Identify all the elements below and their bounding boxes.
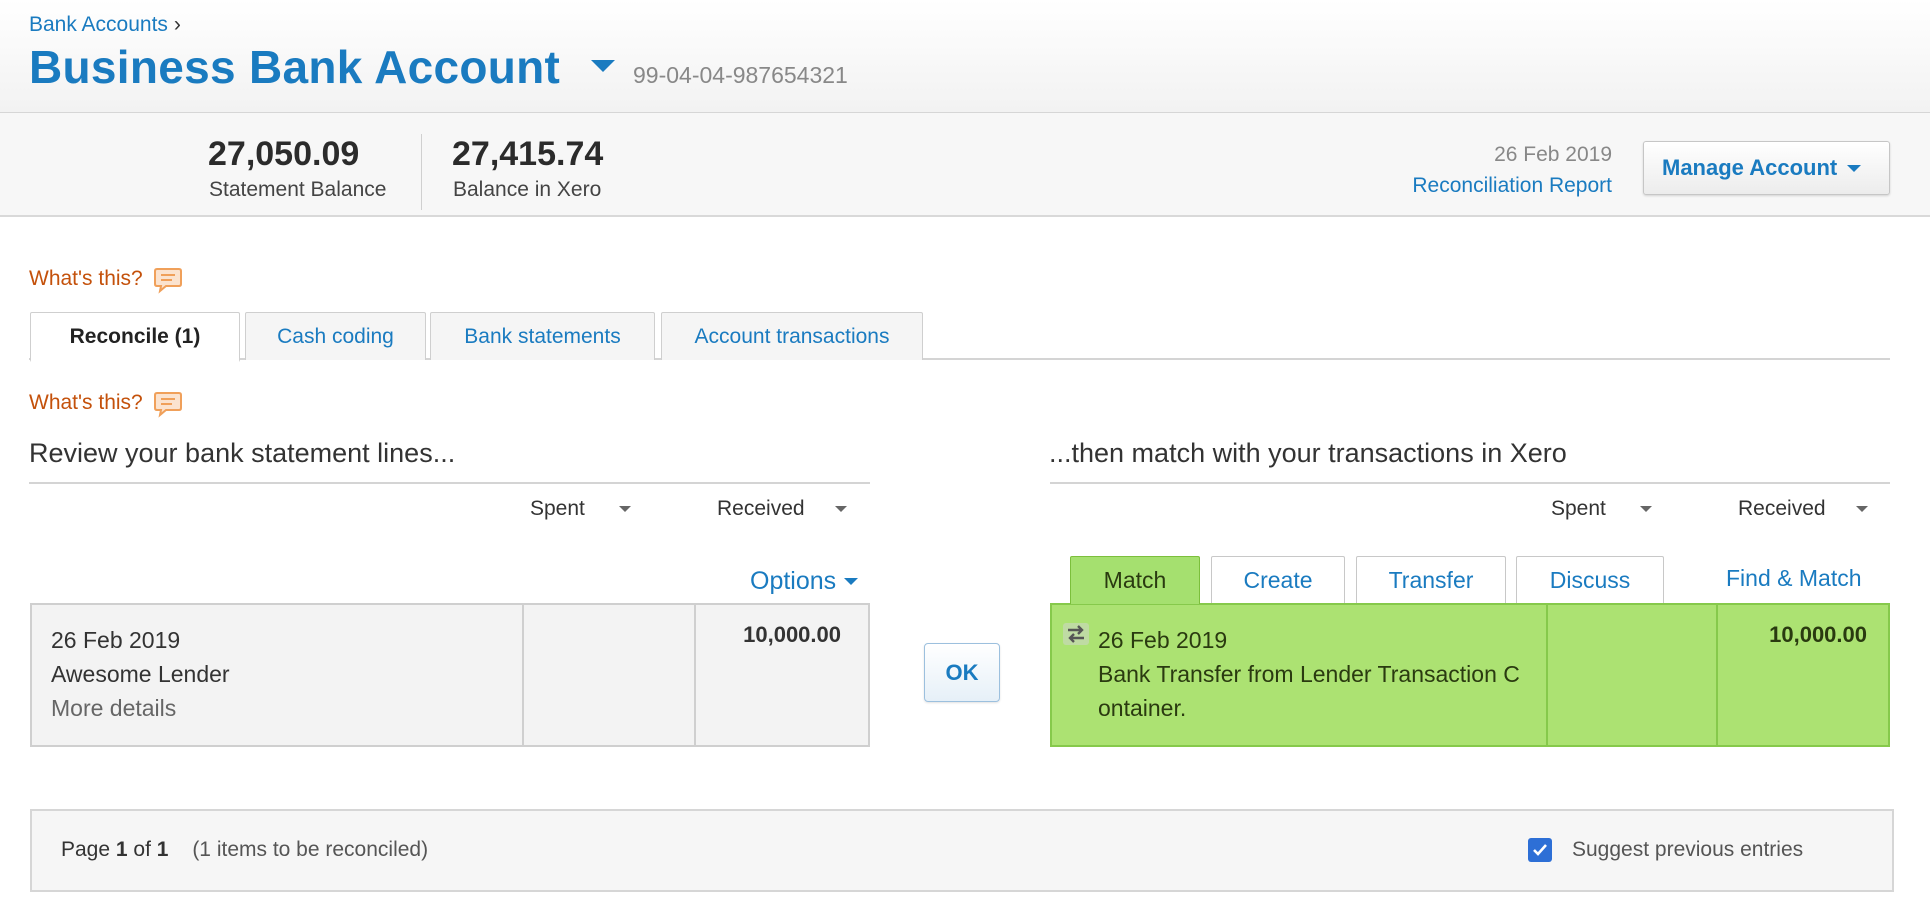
speech-bubble-icon	[153, 390, 183, 418]
tab-bank-statements[interactable]: Bank statements	[430, 312, 655, 360]
sort-caret-icon	[1855, 506, 1868, 512]
statement-line-received: 10,000.00	[743, 622, 841, 647]
sort-caret-icon	[834, 506, 847, 512]
options-label: Options	[750, 567, 837, 595]
statement-balance-label: Statement Balance	[209, 178, 387, 201]
match-description-line1: Bank Transfer from Lender Transaction C	[1098, 661, 1520, 687]
tab-match[interactable]: Match	[1070, 556, 1200, 604]
more-details-link[interactable]: More details	[51, 695, 176, 722]
xero-balance-label: Balance in Xero	[453, 178, 602, 201]
options-dropdown[interactable]: Options	[750, 567, 859, 596]
pager-info: Page 1 of 1 (1 items to be reconciled)	[61, 838, 428, 862]
match-description-line2: ontainer.	[1098, 695, 1187, 721]
tab-transfer[interactable]: Transfer	[1356, 556, 1506, 603]
page-title[interactable]: Business Bank Account	[29, 40, 560, 94]
chevron-down-icon	[1847, 164, 1862, 172]
of-label: of	[133, 838, 151, 861]
total-pages: 1	[156, 838, 169, 861]
suggest-previous-entries-label[interactable]: Suggest previous entries	[1572, 838, 1803, 862]
statement-line-date: 26 Feb 2019	[51, 627, 181, 653]
statement-line-divider	[694, 603, 696, 747]
right-column-rule	[1050, 482, 1890, 484]
breadcrumb: Bank Accounts ›	[29, 13, 181, 37]
match-divider	[1546, 603, 1548, 747]
match-divider	[1716, 603, 1718, 747]
left-spent-label: Spent	[530, 497, 585, 520]
right-received-label: Received	[1738, 497, 1826, 520]
whats-this-link-2[interactable]: What's this?	[29, 390, 183, 418]
reconciliation-report-link[interactable]: Reconciliation Report	[1412, 174, 1612, 198]
sort-caret-icon	[618, 506, 631, 512]
ok-button[interactable]: OK	[924, 643, 1000, 702]
account-number: 99-04-04-987654321	[633, 62, 848, 88]
right-spent-sort[interactable]: Spent	[1551, 497, 1652, 521]
account-switcher-caret-icon[interactable]	[591, 60, 615, 72]
speech-bubble-icon	[153, 266, 183, 294]
page-label: Page	[61, 838, 111, 861]
whats-this-label-2: What's this?	[29, 391, 143, 414]
left-column-rule	[29, 482, 870, 484]
statement-date: 26 Feb 2019	[1494, 143, 1612, 166]
statement-balance-amount: 27,050.09	[208, 135, 360, 173]
left-received-sort[interactable]: Received	[717, 497, 847, 521]
right-column-heading: ...then match with your transactions in …	[1049, 438, 1567, 468]
match-received: 10,000.00	[1769, 622, 1867, 647]
tab-discuss[interactable]: Discuss	[1516, 556, 1664, 603]
tab-reconcile[interactable]: Reconcile (1)	[30, 312, 240, 362]
left-column-heading: Review your bank statement lines...	[29, 438, 456, 468]
items-to-reconcile: (1 items to be reconciled)	[192, 838, 429, 861]
breadcrumb-separator: ›	[173, 13, 181, 36]
current-page: 1	[115, 838, 128, 861]
suggest-previous-entries-checkbox[interactable]	[1528, 838, 1552, 862]
breadcrumb-bank-accounts-link[interactable]: Bank Accounts	[29, 13, 168, 36]
statement-line-payee: Awesome Lender	[51, 661, 230, 687]
tab-account-transactions[interactable]: Account transactions	[661, 312, 923, 360]
find-and-match-link[interactable]: Find & Match	[1726, 565, 1862, 592]
left-received-label: Received	[717, 497, 805, 520]
whats-this-label: What's this?	[29, 267, 143, 290]
right-received-sort[interactable]: Received	[1738, 497, 1868, 521]
balance-divider	[421, 134, 422, 210]
whats-this-link[interactable]: What's this?	[29, 266, 183, 294]
sort-caret-icon	[1639, 506, 1652, 512]
left-spent-sort[interactable]: Spent	[530, 497, 631, 521]
tab-create[interactable]: Create	[1211, 556, 1345, 603]
transfer-arrows-icon	[1062, 622, 1090, 651]
match-date: 26 Feb 2019	[1098, 627, 1228, 653]
tab-cash-coding[interactable]: Cash coding	[245, 312, 426, 360]
right-spent-label: Spent	[1551, 497, 1606, 520]
statement-line-divider	[522, 603, 524, 747]
manage-account-button[interactable]: Manage Account	[1643, 141, 1890, 195]
manage-account-label: Manage Account	[1662, 155, 1838, 180]
xero-balance-amount: 27,415.74	[452, 135, 604, 173]
checkmark-icon	[1533, 844, 1547, 856]
chevron-down-icon	[844, 578, 859, 585]
